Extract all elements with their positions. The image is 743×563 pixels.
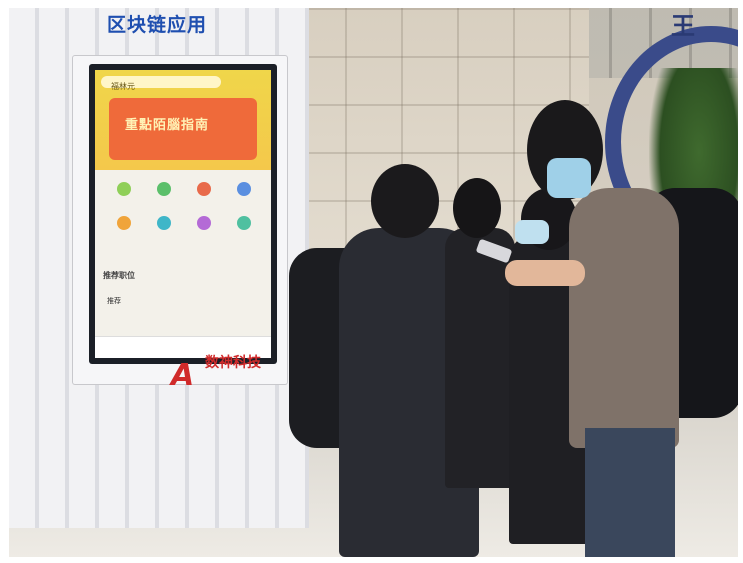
- arm-holding-phone: [505, 260, 585, 286]
- visitor-head: [371, 164, 439, 238]
- kiosk-heading: 区块链应用: [107, 14, 208, 36]
- app-icon: [197, 216, 211, 230]
- screen-tab: 推荐: [107, 297, 121, 305]
- screen-search-text: 福林元: [111, 82, 135, 91]
- visitor-head: [453, 178, 501, 238]
- app-icon: [117, 182, 131, 196]
- arch-sign-text: 王: [671, 12, 695, 40]
- face-mask: [547, 158, 591, 198]
- brand-name: 数神科技: [205, 355, 261, 371]
- touch-screen: 福林元 重點陌腦指南 推荐职位 推荐: [95, 70, 271, 358]
- screen-section-title: 推荐职位: [103, 271, 135, 280]
- photo: 王 区块链应用 福林元 重點陌腦指南 推荐职位 推荐 A 数神科技: [9, 8, 738, 557]
- app-icon: [237, 182, 251, 196]
- app-icon: [117, 216, 131, 230]
- visitor-woman-black: [445, 228, 515, 488]
- app-icon: [237, 216, 251, 230]
- app-icon: [157, 216, 171, 230]
- screen-banner-title: 重點陌腦指南: [125, 118, 210, 133]
- app-icon: [197, 182, 211, 196]
- jeans: [585, 428, 675, 557]
- visitor-man-grey-shirt: [569, 188, 679, 448]
- app-icon: [157, 182, 171, 196]
- face-mask: [515, 220, 549, 244]
- screen-search-bar: 福林元: [101, 76, 221, 91]
- brand-logo: A: [171, 358, 195, 393]
